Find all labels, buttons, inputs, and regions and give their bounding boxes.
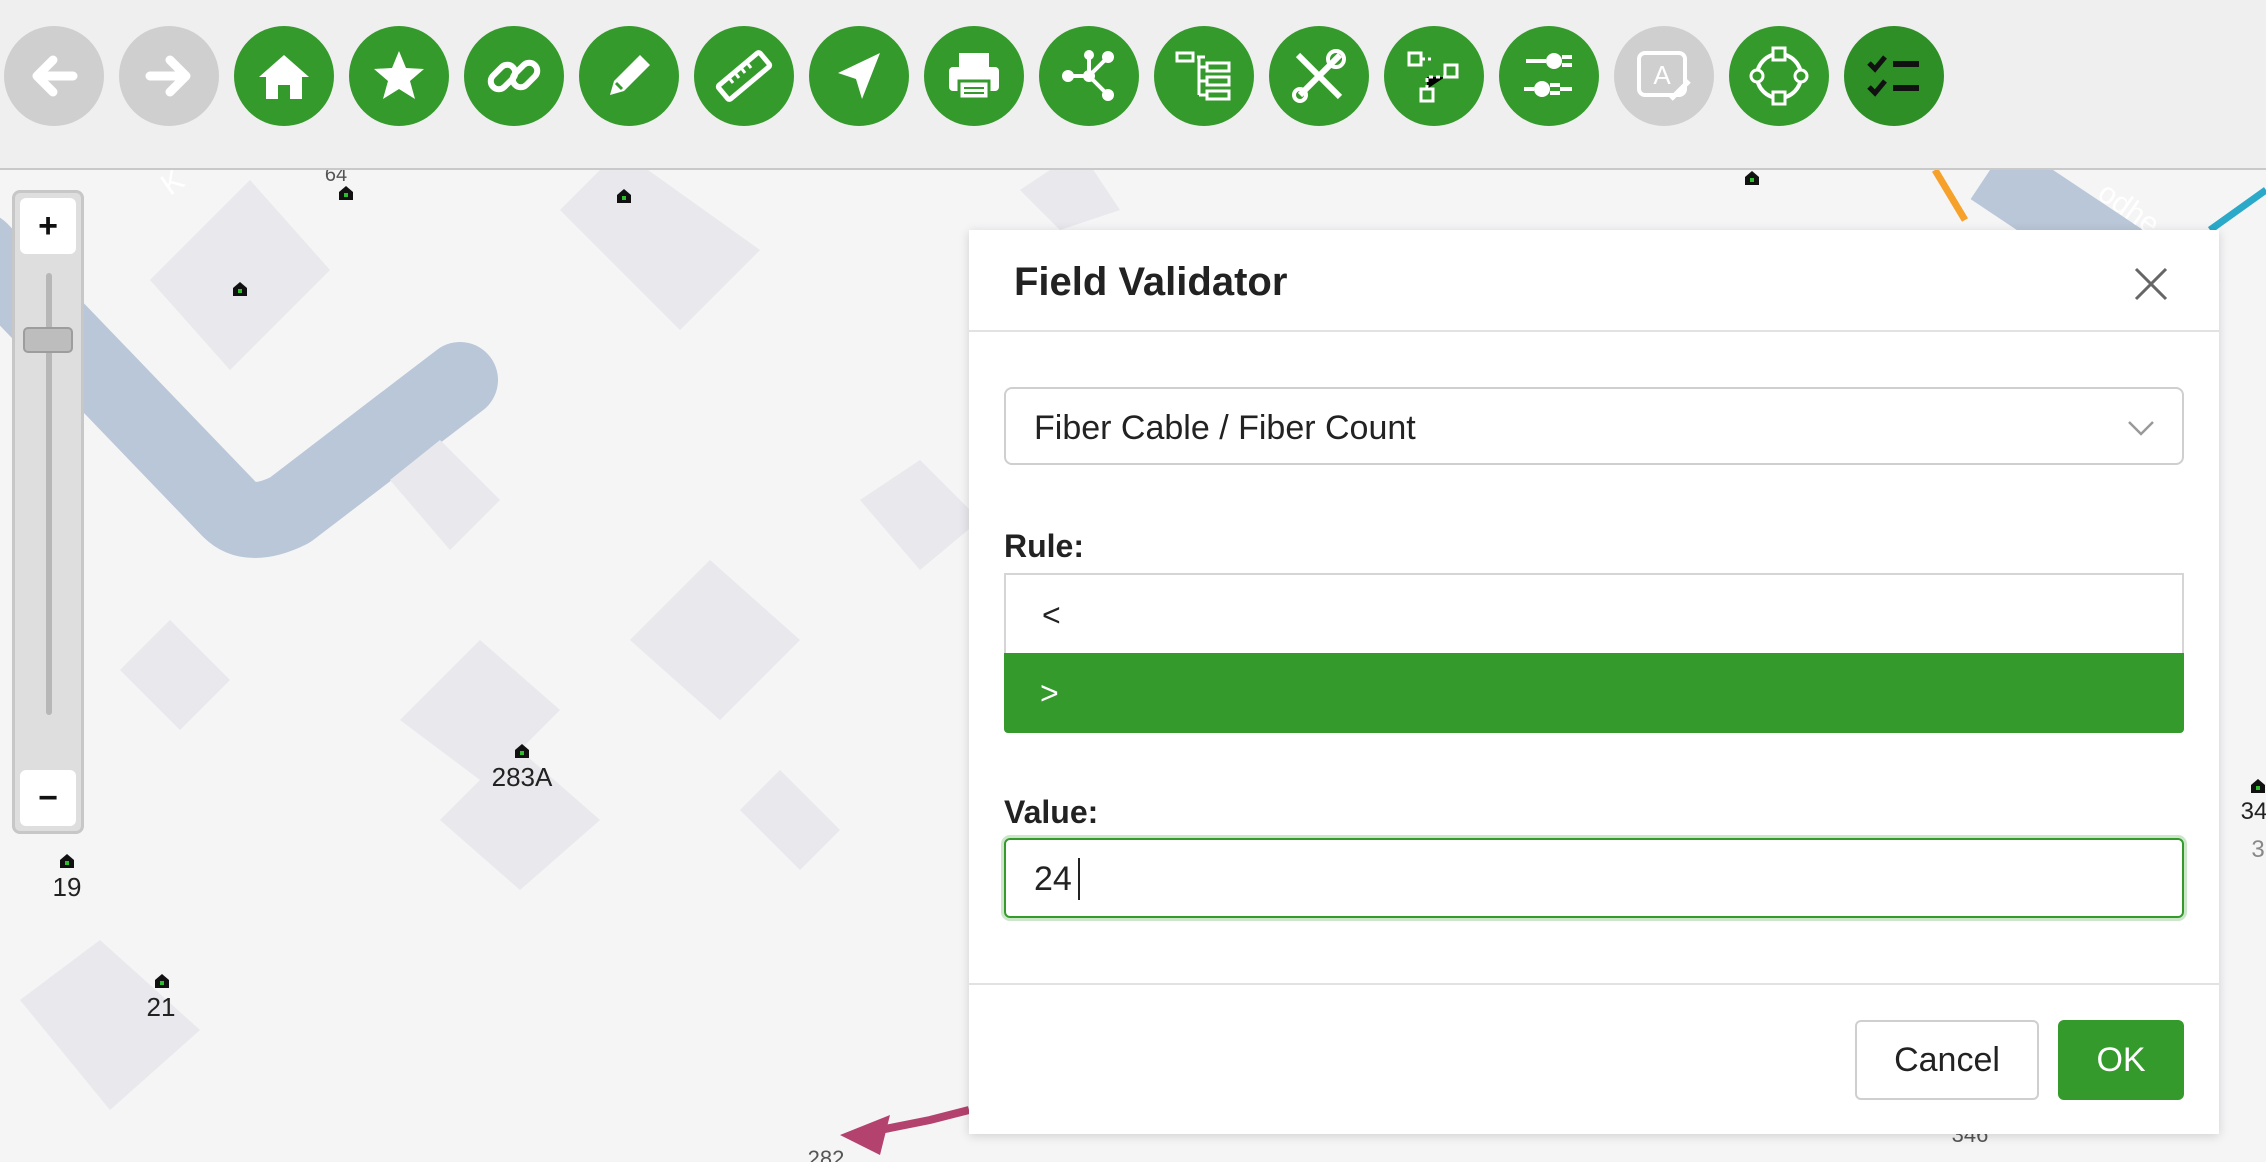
link-button[interactable]	[464, 26, 564, 126]
chevron-down-icon	[2128, 421, 2154, 436]
rule-option-greater-than[interactable]: >	[1004, 653, 2184, 733]
close-button[interactable]	[2127, 260, 2175, 308]
building-marker-icon[interactable]	[154, 973, 170, 989]
rule-option-label: >	[1040, 675, 1059, 711]
forward-arrow-icon	[145, 55, 191, 97]
ok-button[interactable]: OK	[2058, 1020, 2184, 1100]
divider	[969, 330, 2219, 332]
field-validator-dialog: Field Validator Fiber Cable / Fiber Coun…	[969, 230, 2219, 1134]
building-marker-icon[interactable]	[338, 185, 354, 201]
text-caret	[1078, 858, 1080, 900]
tree-list-icon	[1175, 51, 1231, 101]
building-marker-icon[interactable]	[2250, 778, 2266, 794]
checklist-icon	[1867, 55, 1919, 97]
dialog-title: Field Validator	[1014, 260, 1288, 304]
connect-button[interactable]	[1384, 26, 1484, 126]
share-button[interactable]	[1039, 26, 1139, 126]
ring-button[interactable]	[1729, 26, 1829, 126]
map-label: 64	[324, 170, 348, 186]
layer-tree-button[interactable]	[1154, 26, 1254, 126]
building-marker-icon[interactable]	[616, 188, 632, 204]
pencil-icon	[610, 55, 650, 95]
svg-text:A: A	[1653, 60, 1671, 90]
map-label: 19	[52, 872, 82, 902]
rule-label: Rule:	[1004, 528, 1084, 564]
printer-icon	[949, 53, 999, 101]
map-label: 34	[2240, 798, 2266, 825]
rule-listbox[interactable]: < >	[1004, 573, 2184, 733]
measure-button[interactable]	[694, 26, 794, 126]
value-input-text: 24	[1034, 860, 1072, 898]
print-button[interactable]	[924, 26, 1024, 126]
connect-nodes-icon	[1407, 51, 1459, 103]
forward-button[interactable]	[119, 26, 219, 126]
home-icon	[259, 55, 309, 99]
plug-button[interactable]	[1499, 26, 1599, 126]
link-icon	[487, 59, 541, 93]
building-marker-icon[interactable]	[232, 281, 248, 297]
map-label: 21	[146, 992, 176, 1022]
zoom-slider-thumb[interactable]	[23, 327, 73, 353]
building-marker-icon[interactable]	[1744, 170, 1760, 186]
text-annotation-icon: A	[1637, 51, 1691, 101]
map-label: 283A	[491, 762, 553, 792]
field-select-value: Fiber Cable / Fiber Count	[1034, 409, 1416, 447]
annotate-button[interactable]: A	[1614, 26, 1714, 126]
cancel-button[interactable]: Cancel	[1855, 1020, 2039, 1100]
zoom-control: + −	[12, 190, 84, 834]
toolbar: A	[0, 0, 2266, 170]
plug-connector-icon	[1524, 53, 1572, 97]
favorites-button[interactable]	[349, 26, 449, 126]
edit-button[interactable]	[579, 26, 679, 126]
value-input[interactable]: 24	[1004, 838, 2184, 918]
zoom-in-button[interactable]: +	[20, 198, 76, 254]
back-button[interactable]	[4, 26, 104, 126]
rule-option-less-than[interactable]: <	[1004, 573, 2184, 653]
navigate-arrow-icon	[838, 53, 880, 99]
zoom-out-button[interactable]: −	[20, 770, 76, 826]
tools-button[interactable]	[1269, 26, 1369, 126]
ring-network-icon	[1749, 46, 1809, 106]
building-marker-icon[interactable]	[514, 743, 530, 759]
tools-icon	[1292, 49, 1346, 103]
close-icon	[2134, 267, 2168, 301]
home-button[interactable]	[234, 26, 334, 126]
checklist-button[interactable]	[1844, 26, 1944, 126]
rule-option-label: <	[1042, 597, 1061, 633]
back-arrow-icon	[32, 55, 78, 97]
star-icon	[374, 51, 424, 99]
building-marker-icon[interactable]	[59, 853, 75, 869]
ruler-icon	[715, 50, 773, 102]
value-label: Value:	[1004, 794, 1099, 830]
map-label: 282	[807, 1146, 845, 1162]
navigate-button[interactable]	[809, 26, 909, 126]
map-label: 3	[2251, 836, 2265, 863]
divider	[969, 983, 2219, 985]
share-icon	[1062, 50, 1114, 101]
field-select[interactable]: Fiber Cable / Fiber Count	[1004, 387, 2184, 465]
